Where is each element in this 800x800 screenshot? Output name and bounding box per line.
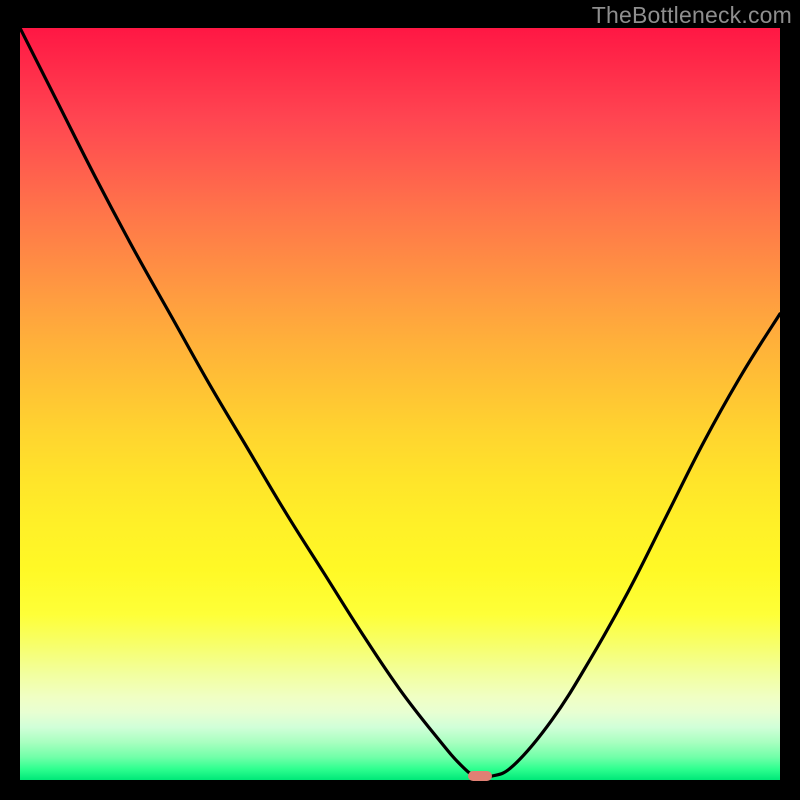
- optimal-marker: [468, 771, 492, 782]
- plot-area: [20, 28, 780, 780]
- watermark-text: TheBottleneck.com: [592, 2, 792, 29]
- bottleneck-curve: [20, 28, 780, 778]
- chart-container: TheBottleneck.com: [0, 0, 800, 800]
- curve-layer: [20, 28, 780, 780]
